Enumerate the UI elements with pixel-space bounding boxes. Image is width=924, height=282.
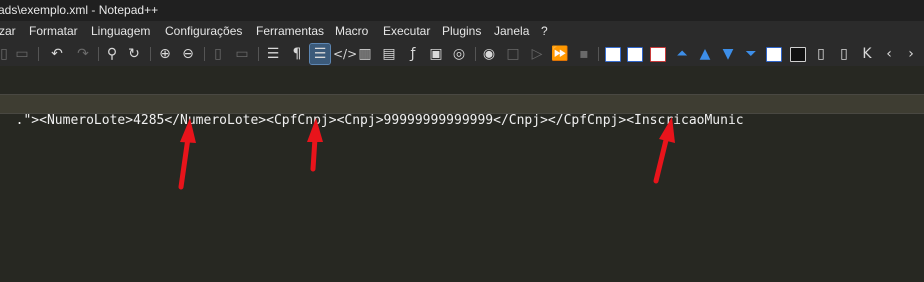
red-arrow-1 (178, 118, 196, 190)
annotation-arrows (178, 117, 675, 190)
red-arrow-3 (653, 117, 675, 184)
red-arrow-2 (307, 118, 323, 172)
